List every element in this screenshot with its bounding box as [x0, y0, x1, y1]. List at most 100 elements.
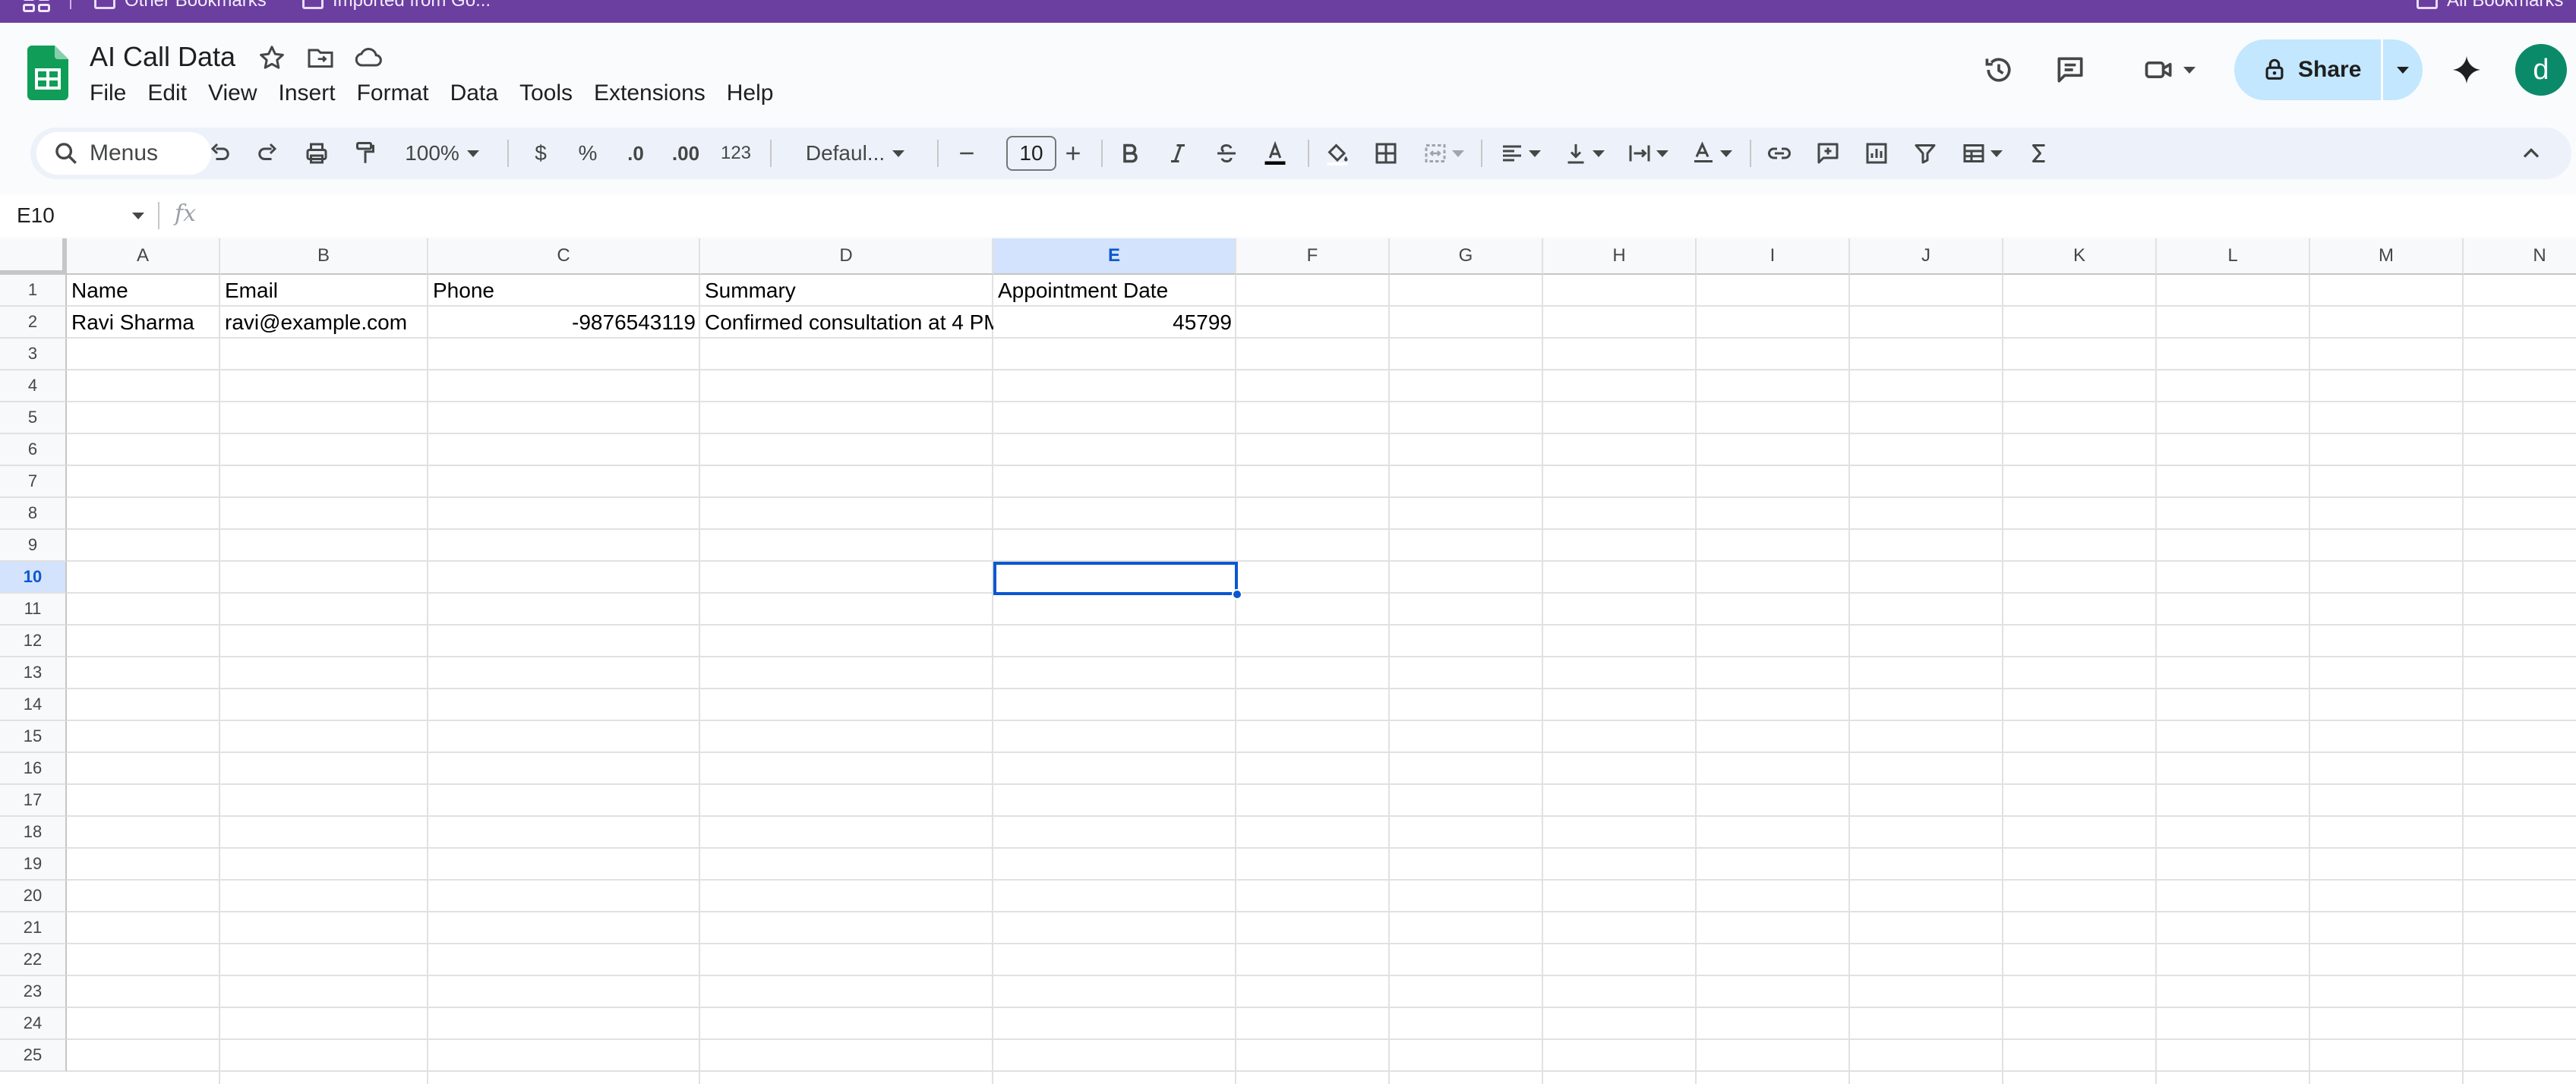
meet-button[interactable] [2132, 46, 2205, 94]
row-header-22[interactable]: 22 [0, 944, 67, 976]
redo-button[interactable] [245, 128, 292, 179]
row-header-7[interactable]: 7 [0, 466, 67, 498]
row-header-18[interactable]: 18 [0, 817, 67, 849]
row-header-14[interactable]: 14 [0, 689, 67, 721]
collapse-toolbar-button[interactable] [2508, 128, 2555, 179]
column-header-k[interactable]: K [2003, 238, 2157, 275]
column-header-f[interactable]: F [1236, 238, 1390, 275]
cell-a1[interactable]: Name [67, 275, 220, 307]
menu-edit[interactable]: Edit [137, 76, 197, 111]
zoom-select[interactable]: 100% [389, 128, 495, 179]
star-icon[interactable] [257, 43, 287, 73]
share-dropdown-button[interactable] [2383, 66, 2423, 74]
cell-e1[interactable]: Appointment Date [993, 275, 1236, 307]
font-size-input[interactable]: 10 [1006, 136, 1056, 171]
cell-b2[interactable]: ravi@example.com [220, 307, 428, 339]
column-header-m[interactable]: M [2310, 238, 2464, 275]
row-header-25[interactable]: 25 [0, 1040, 67, 1072]
column-header-b[interactable]: B [220, 238, 428, 275]
text-rotation-button[interactable] [1680, 128, 1742, 179]
column-header-l[interactable]: L [2157, 238, 2310, 275]
bookmark-imported[interactable]: Imported from Go... [302, 0, 491, 12]
menu-extensions[interactable]: Extensions [583, 76, 716, 111]
cloud-saved-icon[interactable] [354, 43, 384, 73]
active-cell-selection[interactable] [993, 562, 1238, 595]
row-header-15[interactable]: 15 [0, 721, 67, 753]
cell-c1[interactable]: Phone [428, 275, 700, 307]
column-header-g[interactable]: G [1390, 238, 1543, 275]
cell-b1[interactable]: Email [220, 275, 428, 307]
row-header-9[interactable]: 9 [0, 530, 67, 562]
column-header-d[interactable]: D [700, 238, 993, 275]
horizontal-align-button[interactable] [1488, 128, 1551, 179]
cell-d1[interactable]: Summary [700, 275, 993, 307]
cell-area[interactable] [67, 275, 2576, 1084]
row-header-24[interactable]: 24 [0, 1008, 67, 1040]
version-history-button[interactable] [1975, 46, 2023, 94]
bookmark-all[interactable]: All Bookmarks [2417, 0, 2563, 12]
strikethrough-button[interactable] [1203, 128, 1250, 179]
row-header-8[interactable]: 8 [0, 498, 67, 530]
column-header-a[interactable]: A [67, 238, 220, 275]
row-header-2[interactable]: 2 [0, 307, 67, 339]
column-header-e[interactable]: E [993, 238, 1236, 275]
formula-input[interactable] [220, 200, 2561, 231]
row-header-23[interactable]: 23 [0, 976, 67, 1008]
insert-comment-button[interactable] [1804, 128, 1852, 179]
row-header-12[interactable]: 12 [0, 626, 67, 657]
share-button[interactable]: Share [2234, 39, 2383, 100]
select-all-corner[interactable] [0, 238, 67, 275]
menu-file[interactable]: File [79, 76, 137, 111]
row-header-17[interactable]: 17 [0, 785, 67, 817]
row-header-16[interactable]: 16 [0, 753, 67, 785]
font-select[interactable]: Defaul... [779, 128, 931, 179]
percent-format-button[interactable]: % [565, 128, 611, 179]
vertical-align-button[interactable] [1552, 128, 1615, 179]
more-formats-button[interactable]: 123 [711, 128, 761, 179]
avatar[interactable]: d [2515, 44, 2567, 96]
cell-c2[interactable]: -9876543119 [428, 307, 700, 339]
row-header-6[interactable]: 6 [0, 434, 67, 466]
move-to-folder-icon[interactable] [305, 43, 336, 73]
row-header-10[interactable]: 10 [0, 562, 67, 594]
menu-help[interactable]: Help [716, 76, 784, 111]
row-header-13[interactable]: 13 [0, 657, 67, 689]
menu-tools[interactable]: Tools [509, 76, 583, 111]
filter-button[interactable] [1902, 128, 1949, 179]
increase-font-size-button[interactable] [1053, 128, 1094, 179]
bookmark-other[interactable]: Other Bookmarks [94, 0, 267, 12]
row-header-19[interactable]: 19 [0, 849, 67, 881]
gemini-button[interactable] [2442, 46, 2491, 94]
apps-grid-icon[interactable] [23, 0, 50, 12]
row-header-5[interactable]: 5 [0, 402, 67, 434]
column-header-i[interactable]: I [1697, 238, 1850, 275]
insert-chart-button[interactable] [1853, 128, 1900, 179]
text-color-button[interactable] [1252, 128, 1299, 179]
increase-decimal-button[interactable]: .00 [661, 128, 711, 179]
decrease-decimal-button[interactable]: .0 [612, 128, 659, 179]
borders-button[interactable] [1362, 128, 1410, 179]
cell-d2[interactable]: Confirmed consultation at 4 PM [700, 307, 993, 339]
column-header-n[interactable]: N [2464, 238, 2576, 275]
menu-data[interactable]: Data [440, 76, 509, 111]
document-title[interactable]: AI Call Data [90, 41, 235, 73]
cell-e2[interactable]: 45799 [993, 307, 1236, 339]
row-header-4[interactable]: 4 [0, 370, 67, 402]
row-header-1[interactable]: 1 [0, 275, 67, 307]
sheets-logo-icon[interactable] [27, 46, 68, 100]
comments-button[interactable] [2046, 46, 2095, 94]
fill-color-button[interactable] [1314, 128, 1361, 179]
merge-cells-button[interactable] [1413, 128, 1473, 179]
menu-format[interactable]: Format [346, 76, 440, 111]
column-header-j[interactable]: J [1850, 238, 2003, 275]
insert-link-button[interactable] [1756, 128, 1803, 179]
print-button[interactable] [293, 128, 340, 179]
cell-a2[interactable]: Ravi Sharma [67, 307, 220, 339]
menu-view[interactable]: View [197, 76, 267, 111]
column-header-c[interactable]: C [428, 238, 700, 275]
row-header-11[interactable]: 11 [0, 594, 67, 626]
bold-button[interactable] [1106, 128, 1153, 179]
row-header-20[interactable]: 20 [0, 881, 67, 912]
table-button[interactable] [1950, 128, 2012, 179]
italic-button[interactable] [1154, 128, 1201, 179]
